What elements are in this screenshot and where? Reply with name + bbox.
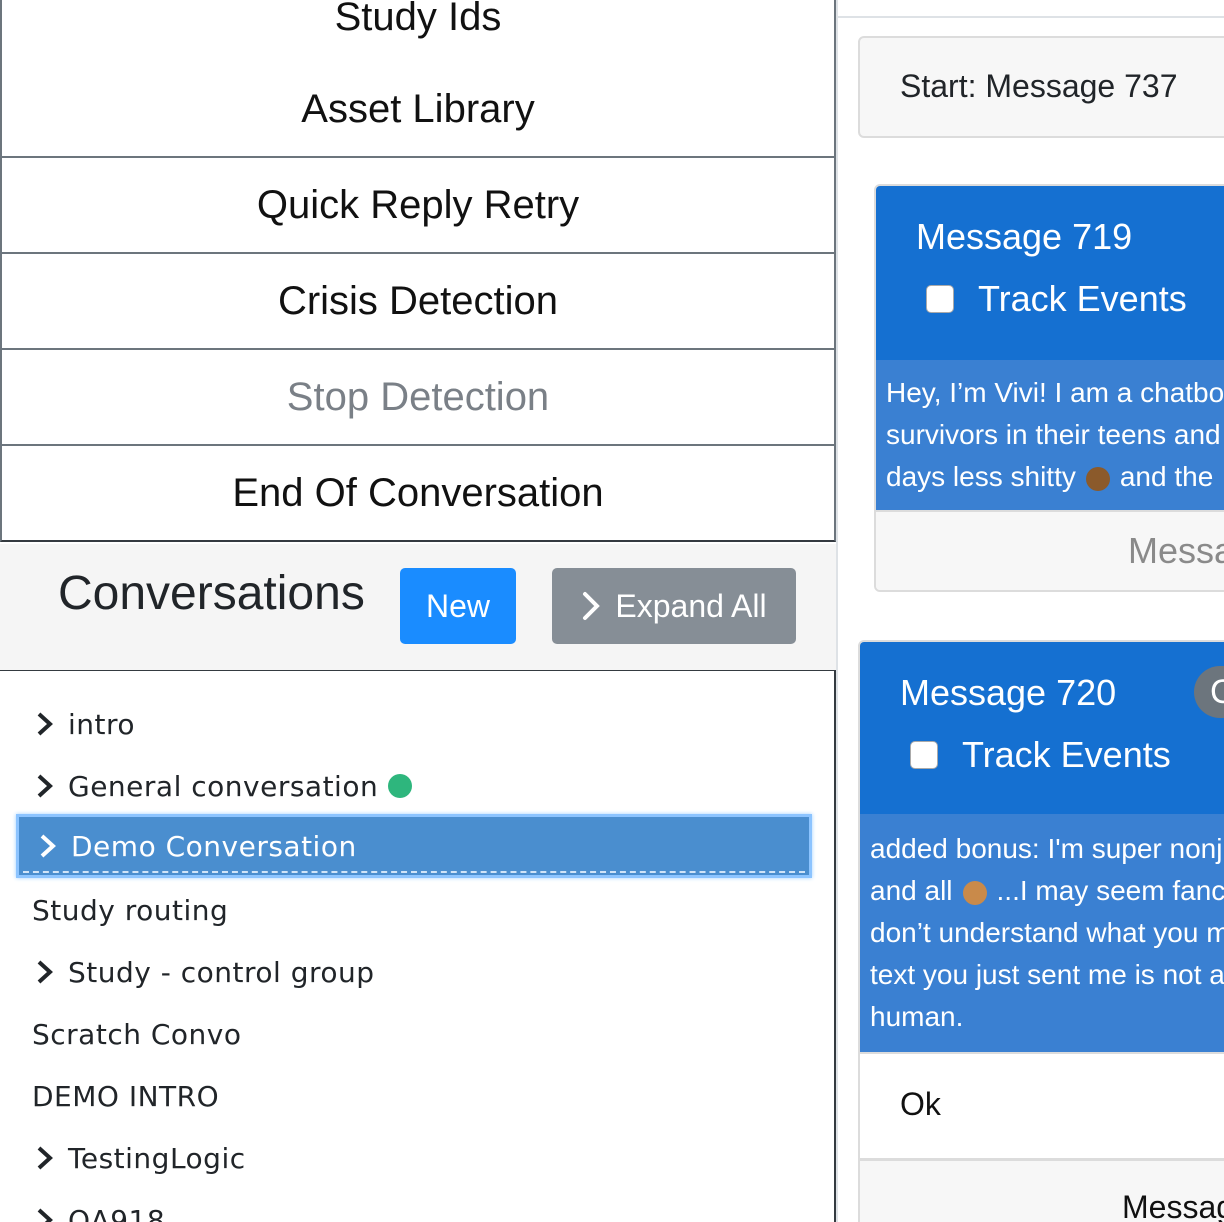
conversation-item-intro[interactable]: intro: [32, 702, 135, 746]
conversation-label: General conversation: [68, 769, 379, 803]
chevron-right-icon: [37, 1146, 53, 1170]
message-footer[interactable]: Messag: [860, 1158, 1224, 1222]
message-footer-label: Messag: [1122, 1189, 1224, 1222]
message-line: and all ...I may seem fanc: [870, 870, 1224, 912]
track-events-label: Track Events: [962, 734, 1171, 775]
conversation-label: Demo Conversation: [71, 829, 357, 863]
left-panel: Study Ids Asset Library Quick Reply Retr…: [0, 0, 836, 1222]
message-text: ...I may seem fanc: [996, 875, 1224, 906]
message-header: Message 719 Track Events: [876, 186, 1224, 360]
start-message-label: Start: Message 737: [900, 68, 1178, 104]
conversation-label: intro: [68, 707, 136, 741]
message-text: and all: [870, 875, 953, 906]
chevron-right-icon: [37, 1208, 53, 1222]
conversation-item-demo[interactable]: Demo Conversation: [16, 814, 812, 878]
poop-emoji-icon: [1085, 466, 1110, 491]
study-ids-button[interactable]: Study Ids: [0, 0, 836, 66]
stop-detection-button[interactable]: Stop Detection: [0, 350, 836, 446]
message-line: added bonus: I'm super nonj: [870, 833, 1223, 864]
conversation-label: Scratch Convo: [32, 1017, 242, 1051]
message-footer[interactable]: Messa: [876, 510, 1224, 590]
message-card[interactable]: Message 719 Track Events Hey, I’m Vivi! …: [874, 184, 1224, 592]
expand-all-label: Expand All: [615, 587, 767, 624]
message-line: text you just sent me is not a: [870, 959, 1224, 990]
end-of-conversation-button[interactable]: End Of Conversation: [0, 446, 836, 542]
message-header: Message 720 C Track Events: [860, 642, 1224, 814]
chevron-right-icon: [583, 592, 601, 620]
conversation-item-demo-intro[interactable]: DEMO INTRO: [32, 1074, 219, 1118]
asset-library-button[interactable]: Asset Library: [0, 62, 836, 158]
message-text: and the: [1119, 461, 1214, 492]
quick-reply-retry-button[interactable]: Quick Reply Retry: [0, 158, 836, 254]
conversation-item-scratch[interactable]: Scratch Convo: [32, 1012, 242, 1056]
new-conversation-button[interactable]: New: [400, 568, 516, 644]
chevron-right-icon: [37, 774, 53, 798]
conversation-item-testinglogic[interactable]: TestingLogic: [32, 1136, 246, 1180]
conversation-label: TestingLogic: [68, 1141, 246, 1175]
conversation-label: Study - control group: [68, 955, 375, 989]
track-events-toggle[interactable]: Track Events: [926, 278, 1187, 320]
crisis-detection-button[interactable]: Crisis Detection: [0, 254, 836, 350]
conversation-item-qa918[interactable]: QA918: [32, 1198, 165, 1222]
conversation-label: DEMO INTRO: [32, 1079, 220, 1113]
start-message-card[interactable]: Start: Message 737: [858, 36, 1224, 138]
track-events-toggle[interactable]: Track Events: [910, 734, 1171, 776]
message-line: human.: [870, 1001, 964, 1032]
canvas-top-bar: [838, 0, 1224, 18]
message-body[interactable]: Hey, I’m Vivi! I am a chatbo survivors i…: [876, 360, 1224, 510]
conversation-canvas: Start: Message 737 Message 719 Track Eve…: [836, 0, 1224, 1222]
conversations-title: Conversations: [58, 567, 365, 620]
conversation-item-study-routing[interactable]: Study routing: [32, 888, 228, 932]
message-title: Message 720: [900, 672, 1117, 713]
message-line: Hey, I’m Vivi! I am a chatbo: [886, 377, 1224, 408]
conversation-list: intro General conversation Demo Conversa…: [0, 671, 836, 1222]
message-footer-label: Messa: [1128, 530, 1224, 571]
message-badge[interactable]: C: [1194, 666, 1224, 718]
message-title: Message 719: [916, 216, 1133, 257]
chevron-right-icon: [37, 960, 53, 984]
track-events-label: Track Events: [978, 278, 1187, 319]
expand-all-button[interactable]: Expand All: [552, 568, 796, 644]
message-card[interactable]: Message 720 C Track Events added bonus: …: [858, 640, 1224, 1222]
quick-reply-option[interactable]: Ok: [860, 1052, 1224, 1160]
quick-reply-label: Ok: [900, 1086, 941, 1122]
see-no-evil-monkey-emoji-icon: [962, 880, 987, 905]
message-body[interactable]: added bonus: I'm super nonj and all ...I …: [860, 814, 1224, 1052]
conversation-label: QA918: [68, 1203, 166, 1222]
message-line: days less shitty and the: [886, 456, 1224, 498]
chevron-right-icon: [40, 834, 56, 858]
conversation-item-general[interactable]: General conversation: [32, 764, 413, 808]
track-events-checkbox[interactable]: [926, 285, 954, 313]
message-line: survivors in their teens and: [886, 419, 1221, 450]
track-events-checkbox[interactable]: [910, 741, 938, 769]
message-line: don’t understand what you m: [870, 917, 1224, 948]
status-dot: [388, 774, 413, 798]
chevron-right-icon: [37, 712, 53, 736]
conversation-label: Study routing: [32, 893, 229, 927]
message-text: days less shitty: [886, 461, 1076, 492]
conversation-item-study-control[interactable]: Study - control group: [32, 950, 375, 994]
